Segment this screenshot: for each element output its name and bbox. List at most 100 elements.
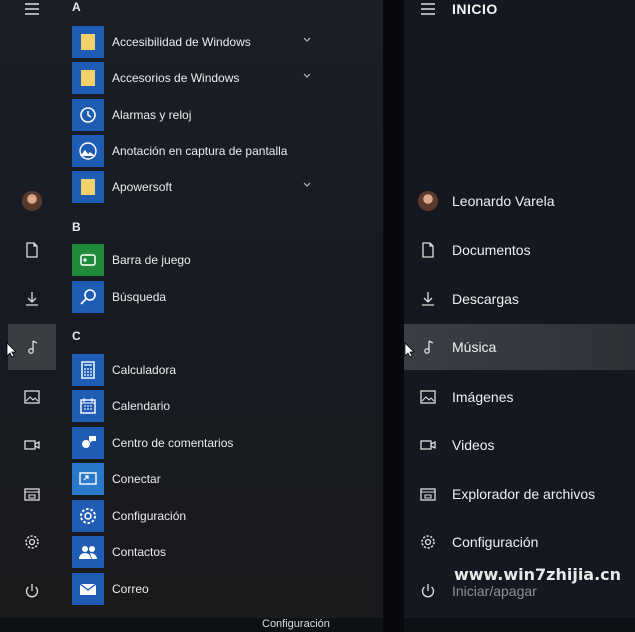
- feedback-icon: [82, 436, 96, 448]
- rail-explorer-button[interactable]: [8, 471, 56, 517]
- start-menu-collapsed: A Accesibilidad de Windows Accesorios de…: [0, 0, 383, 632]
- document-icon: [422, 242, 434, 258]
- menu-item-videos[interactable]: Videos: [404, 422, 635, 468]
- music-icon: [28, 340, 38, 354]
- menu-item-explorador[interactable]: Explorador de archivos: [404, 471, 635, 517]
- image-icon: [420, 390, 436, 404]
- app-accesorios[interactable]: Accesorios de Windows: [72, 61, 312, 95]
- app-label: Conectar: [112, 472, 161, 486]
- app-configuracion[interactable]: Configuración: [72, 499, 312, 533]
- download-icon: [422, 292, 434, 306]
- start-rail: [8, 0, 56, 620]
- people-icon: [79, 546, 97, 559]
- app-label: Calculadora: [112, 363, 177, 377]
- menu-item-label: Leonardo Varela: [452, 193, 555, 209]
- app-label: Búsqueda: [112, 290, 167, 304]
- app-label: Contactos: [112, 545, 167, 559]
- app-label: Calendario: [112, 399, 171, 413]
- menu-header[interactable]: INICIO: [404, 0, 635, 32]
- file-explorer-icon: [420, 488, 436, 501]
- rail-avatar-button[interactable]: [8, 178, 56, 224]
- menu-item-label: Videos: [452, 437, 495, 453]
- app-label: Centro de comentarios: [112, 436, 234, 450]
- letter-header-c[interactable]: C: [72, 329, 81, 343]
- folder-icon: [81, 34, 95, 50]
- app-calculadora[interactable]: Calculadora: [72, 353, 312, 387]
- chevron-down-icon: [303, 73, 311, 78]
- mail-icon: [79, 583, 97, 595]
- rail-power-button[interactable]: [8, 568, 56, 614]
- hamburger-icon: [25, 3, 39, 15]
- chevron-down-icon: [303, 37, 311, 42]
- avatar-icon: [22, 191, 42, 211]
- image-icon: [24, 390, 40, 404]
- video-icon: [420, 440, 436, 450]
- rail-settings-button[interactable]: [8, 519, 56, 565]
- gear-icon: [25, 535, 39, 549]
- avatar-icon: [418, 191, 438, 211]
- clock-icon: [80, 107, 96, 123]
- app-barra-juego[interactable]: Barra de juego: [72, 243, 312, 277]
- app-contactos[interactable]: Contactos: [72, 535, 312, 569]
- menu-item-imagenes[interactable]: Imágenes: [404, 374, 635, 420]
- power-icon: [421, 584, 435, 598]
- snip-icon: [79, 142, 97, 160]
- menu-item-label: Documentos: [452, 242, 531, 258]
- app-correo[interactable]: Correo: [72, 572, 312, 606]
- calculator-icon: [81, 361, 95, 379]
- app-anotacion[interactable]: Anotación en captura de pantalla: [72, 134, 312, 168]
- folder-icon: [81, 179, 95, 195]
- calendar-icon: [80, 398, 96, 414]
- app-label: Configuración: [112, 509, 187, 523]
- menu-title: INICIO: [452, 1, 498, 17]
- music-icon: [424, 340, 434, 354]
- app-label: Apowersoft: [112, 180, 173, 194]
- app-label: Accesorios de Windows: [112, 71, 240, 85]
- menu-item-label: Descargas: [452, 291, 519, 307]
- folder-icon: [81, 70, 95, 86]
- taskbar-strip: [404, 618, 635, 632]
- document-icon: [26, 242, 38, 258]
- start-menu-expanded: INICIO Leonardo Varela Documentos Descar…: [404, 0, 635, 632]
- file-explorer-icon: [24, 488, 40, 501]
- app-label: Barra de juego: [112, 253, 191, 267]
- menu-item-documentos[interactable]: Documentos: [404, 227, 635, 273]
- letter-header-b[interactable]: B: [72, 220, 81, 234]
- hamburger-icon: [421, 3, 435, 15]
- rail-downloads-button[interactable]: [8, 276, 56, 322]
- rail-documents-button[interactable]: [8, 227, 56, 273]
- menu-item-descargas[interactable]: Descargas: [404, 276, 635, 322]
- connect-icon: [79, 472, 97, 485]
- app-conectar[interactable]: Conectar: [72, 462, 312, 496]
- app-label: Correo: [112, 582, 149, 596]
- rail-images-button[interactable]: [8, 374, 56, 420]
- video-icon: [24, 440, 40, 450]
- app-centro-comentarios[interactable]: Centro de comentarios: [72, 426, 312, 460]
- app-label: Alarmas y reloj: [112, 108, 192, 122]
- menu-item-label: Imágenes: [452, 389, 514, 405]
- taskbar-strip: Configuración: [0, 618, 383, 632]
- rail-videos-button[interactable]: [8, 422, 56, 468]
- app-busqueda[interactable]: Búsqueda: [72, 280, 312, 314]
- app-alarmas[interactable]: Alarmas y reloj: [72, 98, 312, 132]
- menu-item-user[interactable]: Leonardo Varela: [404, 178, 635, 224]
- app-label: Anotación en captura de pantalla: [112, 144, 288, 158]
- watermark-logo: www.win7zhijia.cn: [453, 564, 622, 584]
- power-icon: [25, 584, 39, 598]
- gear-icon: [80, 508, 96, 524]
- gear-icon: [421, 535, 435, 549]
- app-calendario[interactable]: Calendario: [72, 389, 312, 423]
- chevron-down-icon: [303, 182, 311, 187]
- menu-item-musica[interactable]: Música: [404, 324, 635, 370]
- mouse-cursor-icon: [6, 342, 17, 358]
- menu-item-label: Música: [452, 339, 497, 355]
- letter-header-a[interactable]: A: [72, 0, 81, 14]
- taskbar-settings-label[interactable]: Configuración: [262, 618, 330, 630]
- app-accesibilidad[interactable]: Accesibilidad de Windows: [72, 25, 312, 59]
- mouse-cursor-icon: [404, 342, 415, 358]
- search-icon: [80, 289, 96, 305]
- hamburger-button[interactable]: [8, 0, 56, 32]
- panel-divider: [383, 0, 404, 632]
- app-apowersoft[interactable]: Apowersoft: [72, 170, 312, 204]
- gamebar-icon: [80, 254, 96, 266]
